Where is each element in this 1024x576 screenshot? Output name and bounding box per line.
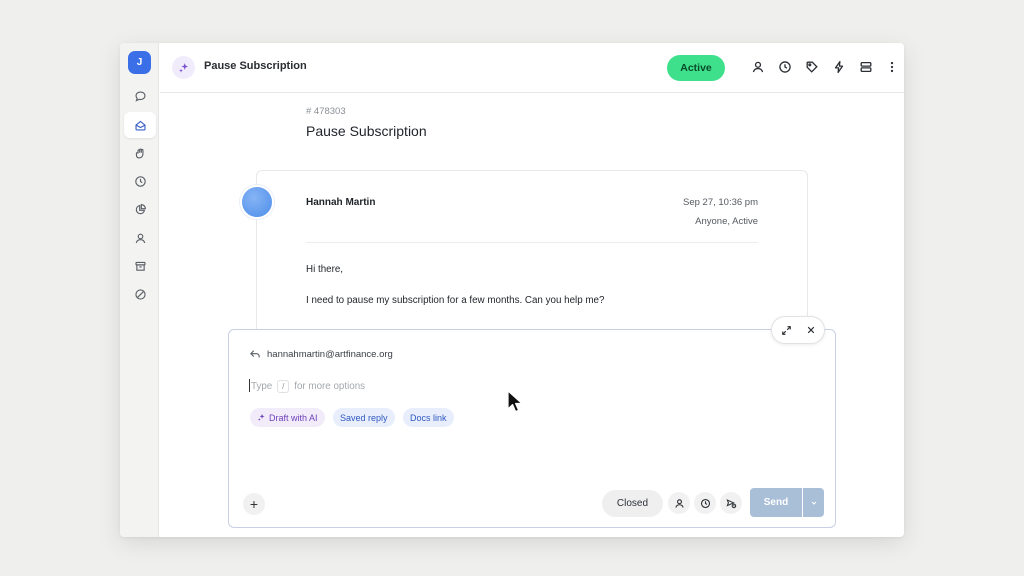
expand-icon[interactable] [780, 324, 792, 336]
text-caret [249, 379, 250, 392]
tag-icon[interactable] [803, 58, 821, 76]
reply-arrow-icon [250, 350, 260, 358]
add-attachment-button[interactable]: + [243, 493, 265, 515]
chat-bubble-icon[interactable] [129, 85, 151, 107]
ticket-id: # 478303 [306, 106, 346, 117]
message-greeting: Hi there, [306, 264, 344, 275]
layers-icon[interactable] [857, 58, 875, 76]
blocked-icon[interactable] [129, 283, 151, 305]
pie-chart-icon[interactable] [129, 198, 151, 220]
mouse-pointer-icon [507, 390, 523, 413]
lightning-icon[interactable] [830, 58, 848, 76]
snooze-button[interactable] [694, 492, 716, 514]
reply-to-address[interactable]: hannahmartin@artfinance.org [267, 349, 393, 360]
snooze-clock-icon[interactable] [776, 58, 794, 76]
chevron-down-icon [811, 501, 816, 505]
draft-with-ai-chip[interactable]: Draft with AI [250, 408, 325, 427]
header-title: Pause Subscription [204, 60, 307, 72]
workspace-avatar[interactable]: J [128, 51, 151, 74]
schedule-send-button[interactable] [720, 492, 742, 514]
ticket-title: Pause Subscription [306, 123, 427, 139]
archive-icon[interactable] [129, 255, 151, 277]
sparkle-icon [257, 413, 265, 421]
send-button[interactable]: Send [750, 488, 802, 517]
send-options-button[interactable] [803, 488, 824, 517]
hand-icon[interactable] [129, 142, 151, 164]
ticket-header: Pause Subscription Active [160, 43, 904, 93]
status-badge[interactable]: Active [667, 55, 725, 81]
message-date: Sep 27, 10:36 pm [683, 197, 758, 208]
assign-person-button[interactable] [668, 492, 690, 514]
composer-input[interactable]: Type / for more options [251, 380, 365, 393]
reply-composer[interactable]: hannahmartin@artfinance.org Type / for m… [228, 329, 836, 528]
app-window: J Pause Subscription Active # 478303 Pau… [120, 43, 904, 537]
sparkle-icon [172, 56, 195, 79]
inbox-icon[interactable] [124, 112, 156, 138]
clock-icon [700, 498, 710, 508]
person-icon[interactable] [129, 227, 151, 249]
more-vertical-icon[interactable] [883, 58, 901, 76]
message-divider [306, 242, 758, 243]
clock-icon[interactable] [129, 170, 151, 192]
message-assignment: Anyone, Active [695, 216, 758, 227]
message-body: I need to pause my subscription for a fe… [306, 295, 605, 306]
send-later-icon [725, 498, 736, 508]
sender-name: Hannah Martin [306, 197, 376, 208]
slash-key-hint: / [277, 380, 290, 393]
person-icon [674, 498, 684, 508]
placeholder-suffix: for more options [294, 381, 366, 392]
composer-window-controls [771, 316, 825, 344]
placeholder-prefix: Type [251, 381, 273, 392]
assignee-icon[interactable] [749, 58, 767, 76]
docs-link-chip[interactable]: Docs link [403, 408, 454, 427]
saved-reply-chip[interactable]: Saved reply [333, 408, 395, 427]
sender-avatar [240, 185, 274, 219]
close-status-button[interactable]: Closed [602, 490, 663, 517]
close-icon[interactable] [805, 324, 817, 336]
draft-with-ai-label: Draft with AI [269, 412, 318, 423]
sidebar: J [120, 43, 159, 537]
